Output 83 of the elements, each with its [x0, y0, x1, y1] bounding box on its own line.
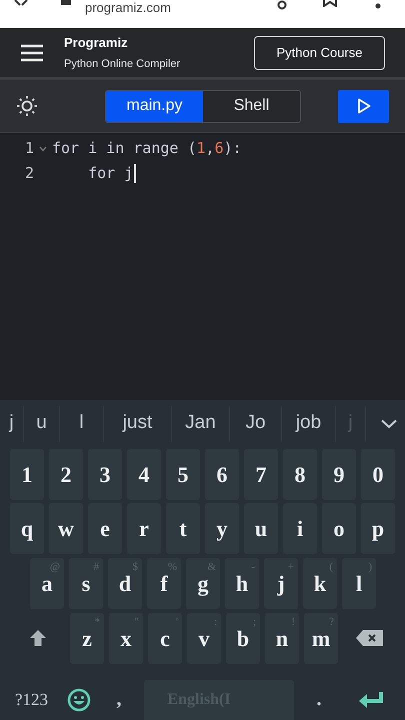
menu-icon[interactable]	[20, 44, 44, 62]
logo-text[interactable]: Programiz	[64, 34, 180, 50]
key-hint: -	[251, 560, 255, 576]
key-hint: *	[94, 614, 100, 630]
key[interactable]: 4	[127, 448, 161, 500]
suggestion[interactable]: Jan	[172, 406, 230, 442]
line-number: 1	[24, 138, 34, 160]
arrow-up-icon	[28, 629, 46, 648]
code-line[interactable]: for j	[52, 162, 134, 185]
key-hint: :	[214, 614, 217, 630]
backspace-icon	[356, 630, 384, 646]
key[interactable]: 2	[49, 448, 83, 500]
key[interactable]: o	[322, 503, 356, 554]
key-hint: ?	[329, 614, 334, 630]
key[interactable]: 8	[283, 448, 317, 500]
suggestion[interactable]: u	[24, 406, 60, 442]
key-hint: +	[288, 560, 294, 576]
key-hint: !	[291, 614, 295, 630]
symbols-key[interactable]: ?123	[4, 680, 59, 720]
key-hint: )	[368, 560, 372, 576]
key[interactable]: l )	[342, 558, 376, 610]
key[interactable]: 7	[244, 448, 278, 500]
key[interactable]: c '	[148, 612, 182, 664]
key-hint: "	[134, 614, 139, 630]
key[interactable]: g &	[186, 558, 220, 610]
key-hint: &	[207, 560, 216, 576]
tab[interactable]: Shell	[203, 90, 300, 122]
key-hint: ;	[252, 614, 256, 630]
suggestion[interactable]: job	[282, 406, 336, 442]
key[interactable]: q	[10, 503, 44, 554]
course-button[interactable]: Python Course	[254, 36, 385, 70]
key[interactable]: 1	[10, 448, 44, 500]
tab[interactable]: main.py	[106, 90, 203, 122]
run-button[interactable]	[338, 90, 389, 122]
sun-icon[interactable]	[16, 95, 38, 117]
key[interactable]: r	[127, 503, 161, 554]
key[interactable]: d $	[108, 558, 142, 610]
key-hint: (	[329, 560, 333, 576]
key-hint: @	[50, 560, 60, 576]
close-icon[interactable]	[14, 0, 28, 6]
key[interactable]: f %	[147, 558, 181, 610]
key[interactable]: s #	[69, 558, 103, 610]
key[interactable]: 0	[361, 448, 395, 500]
key[interactable]: a @	[30, 558, 64, 610]
punctuation-key[interactable]: ,	[99, 680, 139, 720]
suggestion[interactable]: l	[60, 406, 104, 442]
key-hint: $	[132, 560, 138, 576]
suggestion[interactable]: just	[104, 406, 172, 442]
key[interactable]: 6	[205, 448, 239, 500]
line-number: 2	[24, 163, 34, 184]
subtitle-text: Python Online Compiler	[64, 56, 180, 70]
play-icon	[356, 98, 370, 114]
code-line[interactable]: for i in range (1,6):	[52, 137, 242, 160]
key[interactable]: i	[283, 503, 317, 554]
key[interactable]: v :	[187, 612, 221, 664]
key[interactable]: u	[244, 503, 278, 554]
punctuation-key[interactable]: .	[299, 680, 339, 720]
url-text[interactable]: programiz.com	[85, 0, 171, 16]
key[interactable]: p	[361, 503, 395, 554]
chevron-down-icon[interactable]	[380, 418, 398, 429]
key-hint: %	[168, 560, 177, 576]
return-arrow-icon	[358, 691, 386, 710]
key[interactable]: z *	[70, 612, 104, 664]
suggestion[interactable]: j	[0, 406, 24, 442]
key[interactable]: 5	[166, 448, 200, 500]
key[interactable]: m ?	[304, 612, 338, 664]
bookmark-icon[interactable]	[322, 0, 338, 7]
key[interactable]: 3	[88, 448, 122, 500]
suggestion[interactable]: Jo	[230, 406, 282, 442]
key-hint: '	[176, 614, 178, 630]
key[interactable]: w	[49, 503, 83, 554]
key[interactable]: x "	[109, 612, 143, 664]
key[interactable]: y	[205, 503, 239, 554]
key-hint: #	[94, 560, 99, 576]
key[interactable]: h -	[225, 558, 259, 610]
key[interactable]: t	[166, 503, 200, 554]
key[interactable]: k (	[303, 558, 337, 610]
key[interactable]: b ;	[226, 612, 260, 664]
key[interactable]: n !	[265, 612, 299, 664]
smiley-icon	[67, 688, 91, 712]
key[interactable]: j +	[264, 558, 298, 610]
key[interactable]: 9	[322, 448, 356, 500]
key[interactable]: e	[88, 503, 122, 554]
